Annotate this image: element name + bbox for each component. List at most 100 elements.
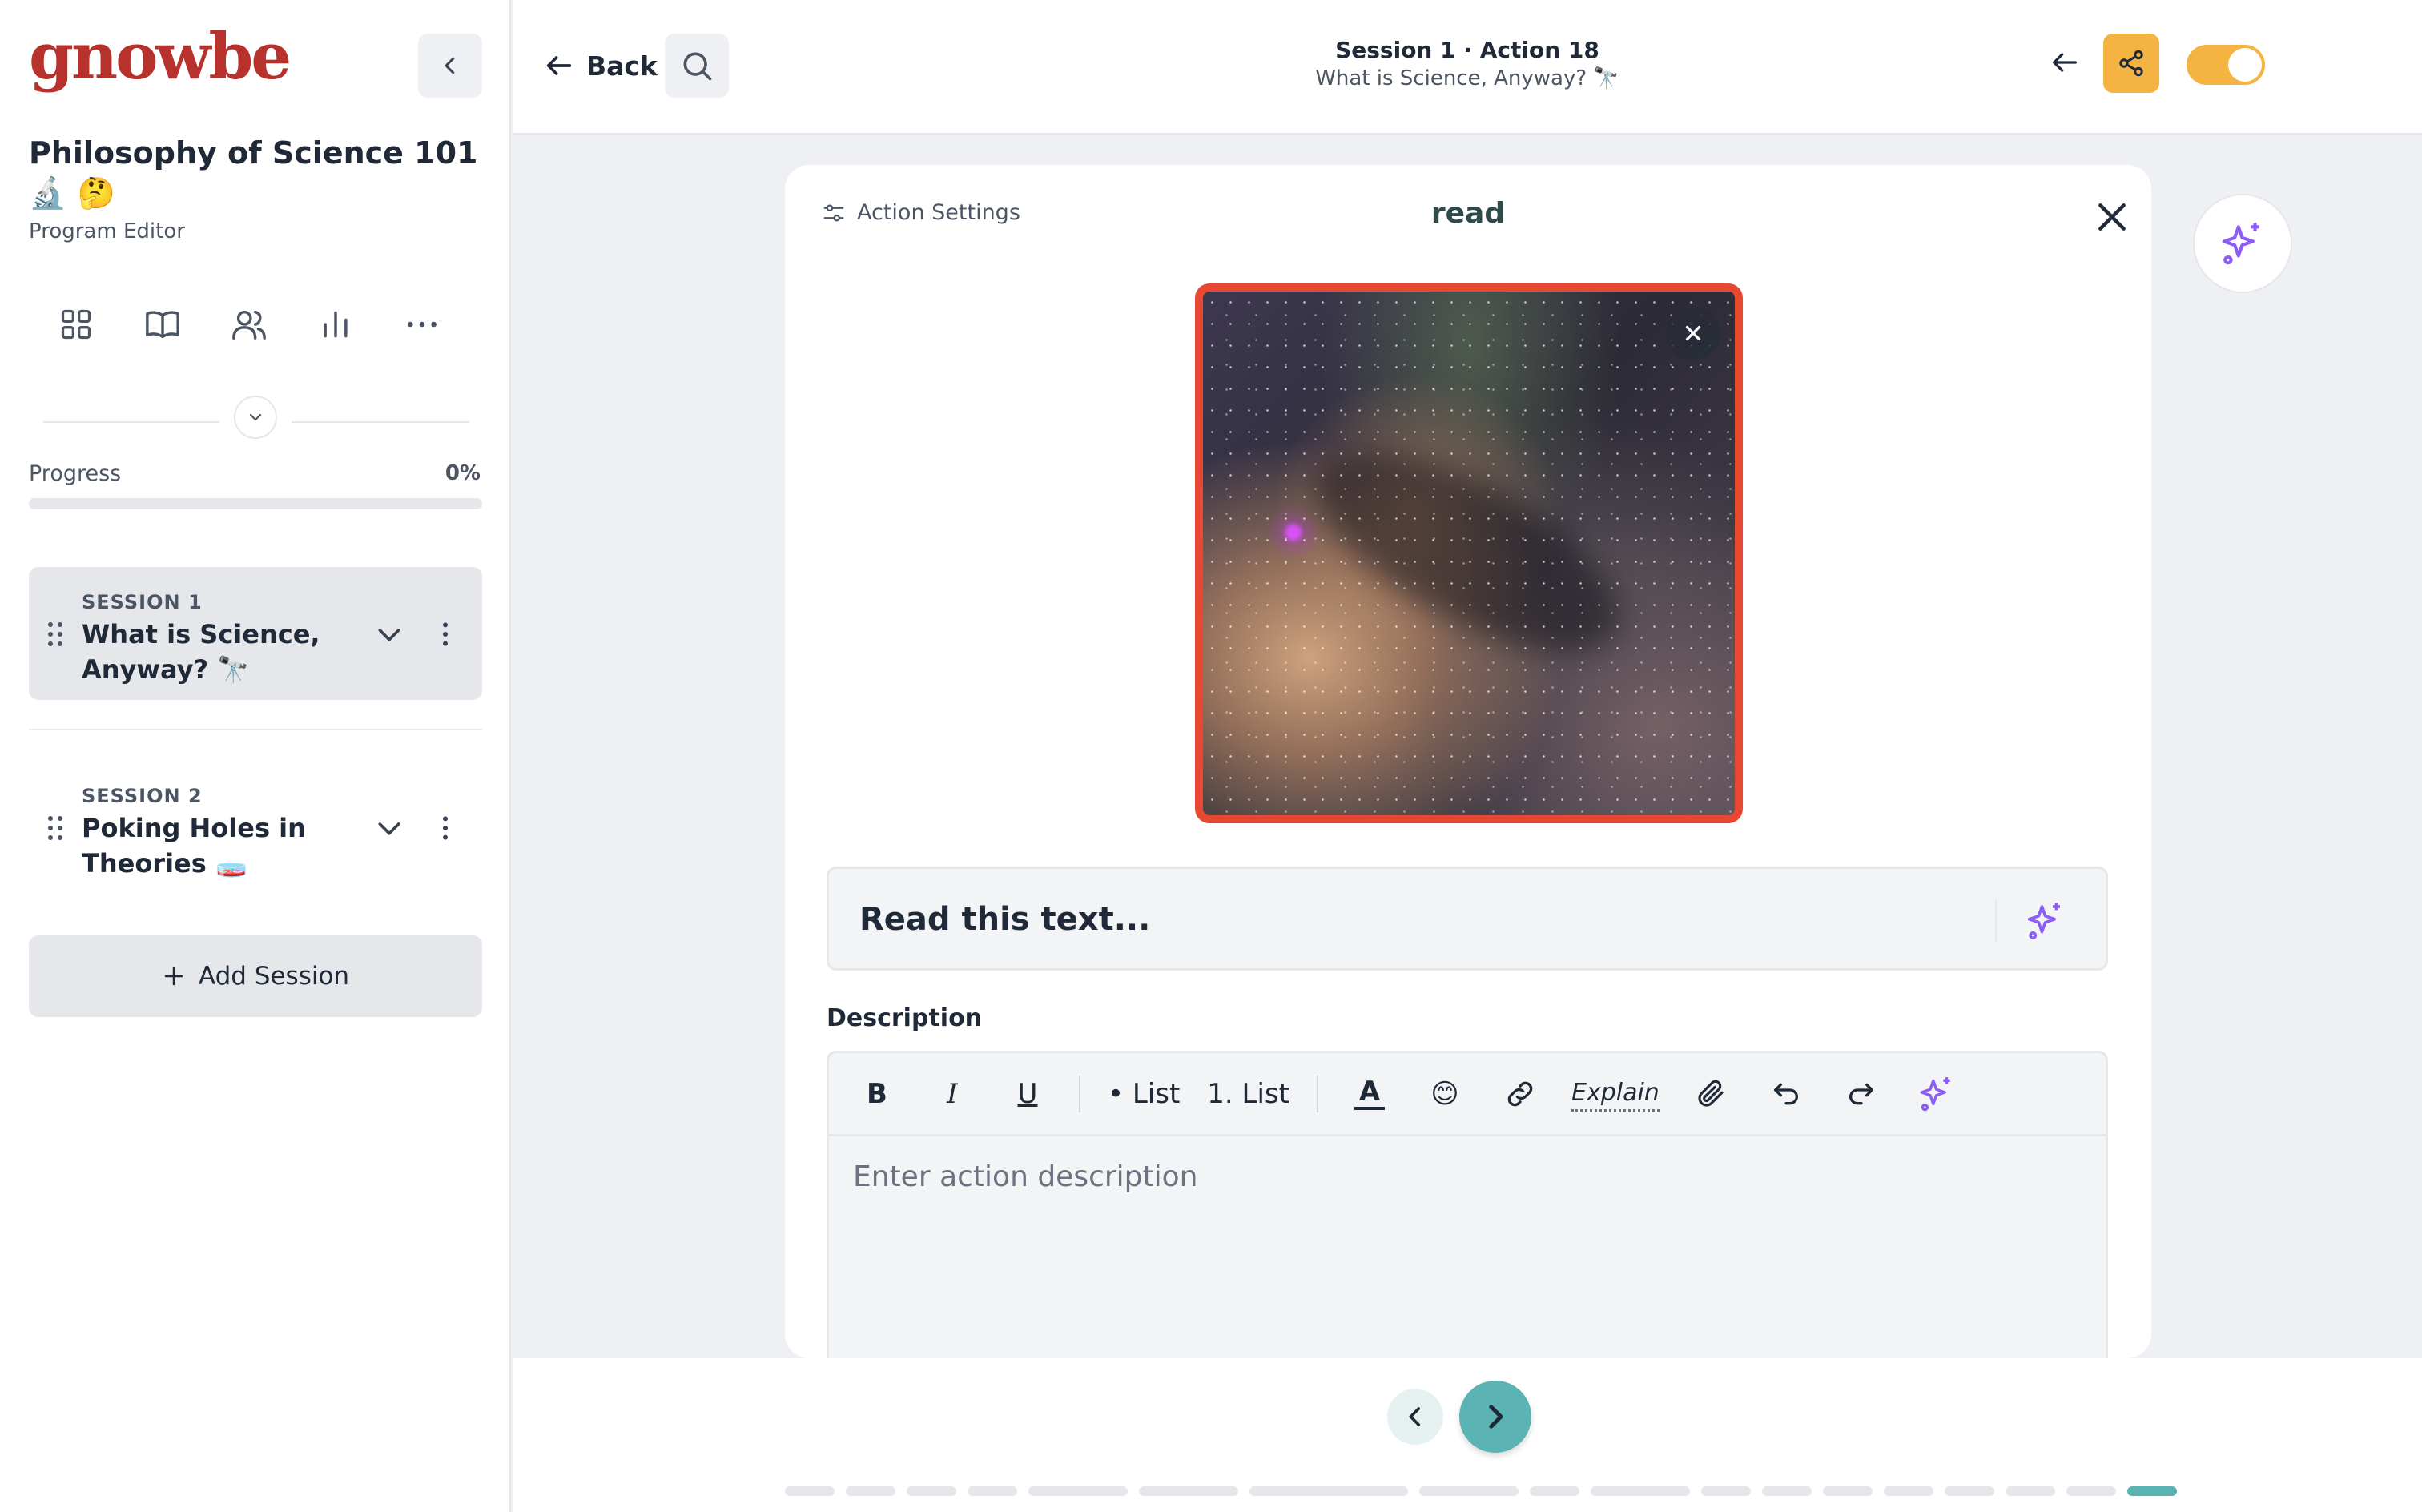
publish-toggle[interactable]	[2187, 45, 2265, 85]
step-indicator[interactable]	[2127, 1486, 2177, 1496]
description-placeholder: Enter action description	[853, 1160, 1198, 1193]
image-stars	[1203, 292, 1735, 815]
analytics-button[interactable]	[312, 301, 359, 348]
undo-button[interactable]	[1762, 1070, 1810, 1118]
step-indicator[interactable]	[907, 1486, 956, 1496]
session-kicker: SESSION 2	[82, 785, 203, 807]
step-indicator[interactable]	[1823, 1486, 1873, 1496]
remove-image-button[interactable]	[1666, 306, 1720, 360]
redo-button[interactable]	[1837, 1070, 1885, 1118]
step-indicator[interactable]	[1419, 1486, 1519, 1496]
step-indicator[interactable]	[1139, 1486, 1238, 1496]
arrow-left-icon[interactable]	[2049, 46, 2081, 78]
more-vertical-icon[interactable]	[429, 812, 461, 844]
paperclip-icon	[1698, 1080, 1724, 1107]
previous-action-button[interactable]	[1387, 1389, 1443, 1445]
divider	[29, 729, 482, 730]
chevron-left-icon	[1409, 1407, 1421, 1426]
more-options-button[interactable]	[399, 301, 445, 348]
users-button[interactable]	[226, 301, 272, 348]
step-indicator[interactable]	[785, 1486, 835, 1496]
step-indicator[interactable]	[1249, 1486, 1408, 1496]
ai-sparkle-icon	[1920, 1076, 1950, 1111]
undo-icon	[1773, 1083, 1798, 1104]
action-title-input[interactable]: Read this text...	[827, 867, 2108, 971]
book-icon	[146, 311, 179, 339]
emoji-button[interactable]: 😊	[1421, 1070, 1469, 1118]
session-name: Poking Holes in Theories 🧫	[82, 813, 306, 879]
share-button[interactable]	[2103, 34, 2159, 93]
explain-button[interactable]: Explain	[1571, 1076, 1660, 1112]
step-indicator[interactable]	[2066, 1486, 2116, 1496]
plus-icon	[164, 967, 183, 986]
chevron-down-icon[interactable]	[373, 812, 405, 844]
underline-button[interactable]: U	[1004, 1070, 1052, 1118]
step-indicator[interactable]	[846, 1486, 895, 1496]
divider	[43, 421, 219, 423]
dashboard-button[interactable]	[53, 301, 99, 348]
text-color-icon: A	[1358, 1075, 1381, 1108]
step-indicator[interactable]	[1591, 1486, 1690, 1496]
gnowbe-logo[interactable]: gnowbe	[29, 24, 292, 88]
drag-handle-icon[interactable]	[46, 621, 64, 647]
editor-toolbar: B I U • List 1. List A 😊 Explain	[829, 1053, 2106, 1136]
description-label: Description	[827, 1004, 983, 1032]
step-indicator[interactable]	[968, 1486, 1017, 1496]
description-editor[interactable]: B I U • List 1. List A 😊 Explain Enter a…	[827, 1051, 2108, 1358]
bar-chart-icon	[324, 311, 348, 338]
step-indicator[interactable]	[2006, 1486, 2055, 1496]
ai-sparkle-icon	[2222, 223, 2259, 265]
action-title-text: Read this text...	[859, 901, 1151, 938]
ai-sparkle-icon[interactable]	[2024, 899, 2067, 943]
step-indicator[interactable]	[1701, 1486, 1751, 1496]
progress-bar	[29, 498, 482, 509]
program-tools	[53, 301, 445, 348]
step-indicator[interactable]	[1028, 1486, 1128, 1496]
session-kicker: SESSION 1	[82, 591, 203, 613]
close-icon[interactable]	[2092, 197, 2132, 237]
action-editor-card: Action Settings read Read this text... D…	[785, 165, 2151, 1358]
program-title: Philosophy of Science 101 🔬 🤔	[29, 135, 478, 211]
program-subtitle: Program Editor	[29, 219, 185, 243]
add-session-button[interactable]: Add Session	[29, 935, 482, 1017]
grid-icon	[61, 309, 91, 340]
text-color-button[interactable]: A	[1346, 1070, 1394, 1118]
next-action-button[interactable]	[1459, 1381, 1531, 1453]
toggle-knob	[2228, 48, 2262, 82]
share-icon	[2119, 50, 2143, 77]
chevron-down-icon[interactable]	[373, 618, 405, 650]
close-icon	[1685, 325, 1701, 341]
action-type-title: read	[1430, 197, 1506, 230]
progress-label: Progress	[29, 461, 122, 486]
bullet-list-button[interactable]: • List	[1108, 1070, 1180, 1118]
more-horizontal-icon	[408, 321, 437, 328]
add-session-label: Add Session	[198, 962, 350, 991]
action-image[interactable]	[1195, 284, 1743, 823]
ai-assist-button[interactable]	[1913, 1070, 1961, 1118]
library-button[interactable]	[139, 301, 186, 348]
numbered-list-button[interactable]: 1. List	[1207, 1070, 1289, 1118]
link-button[interactable]	[1496, 1070, 1544, 1118]
step-indicator[interactable]	[1945, 1486, 1994, 1496]
step-indicator[interactable]	[1884, 1486, 1933, 1496]
divider	[1995, 899, 1997, 943]
session-name: What is Science, Anyway? 🔭	[82, 619, 320, 685]
drag-handle-icon[interactable]	[46, 815, 64, 841]
text-color-swatch	[1354, 1106, 1385, 1110]
divider	[292, 421, 469, 423]
bold-button[interactable]: B	[853, 1070, 901, 1118]
attachment-button[interactable]	[1687, 1070, 1735, 1118]
expand-program-button[interactable]	[234, 396, 277, 439]
session-item-2[interactable]: SESSION 2 Poking Holes in Theories 🧫	[29, 761, 482, 894]
step-indicator[interactable]	[1530, 1486, 1579, 1496]
more-vertical-icon[interactable]	[429, 618, 461, 650]
toolbar-divider	[1316, 1075, 1318, 1112]
bottom-navigation	[513, 1358, 2422, 1512]
link-icon	[1507, 1081, 1533, 1106]
italic-button[interactable]: I	[928, 1070, 976, 1118]
session-item-1[interactable]: SESSION 1 What is Science, Anyway? 🔭	[29, 567, 482, 700]
step-indicator[interactable]	[1762, 1486, 1812, 1496]
collapse-sidebar-button[interactable]	[418, 34, 482, 98]
users-icon	[232, 310, 266, 340]
ai-assistant-button[interactable]	[2193, 194, 2292, 293]
